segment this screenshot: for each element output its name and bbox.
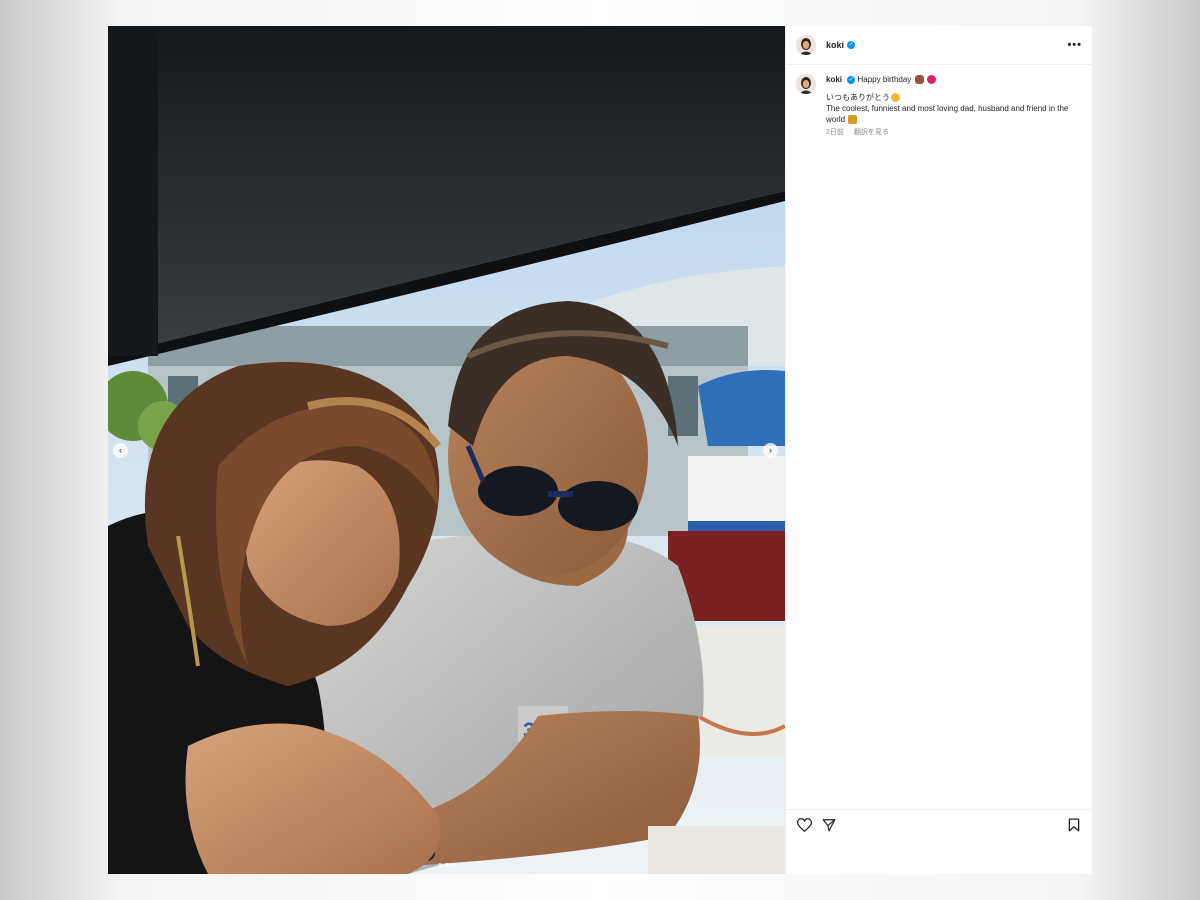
post-time: 2日前 [826,129,844,136]
bear-emoji-icon [914,75,924,85]
avatar[interactable] [796,35,816,55]
caption: koki ✓ Happy birthday いつもありがとう The coole… [786,65,1092,138]
caption-title-text: Happy birthday [857,75,912,84]
post-sidebar: koki ✓ ••• koki ✓ Happy birthday いつもありがと… [785,26,1092,874]
send-icon [822,818,836,831]
bookmark-icon [1068,818,1080,831]
verified-badge-icon: ✓ [847,41,856,49]
post-header: koki ✓ ••• [786,26,1092,65]
caption-username-link[interactable]: koki [826,75,842,84]
save-button[interactable] [1066,817,1082,833]
smile-emoji-icon [891,93,900,103]
post-actions [786,809,1092,839]
caption-body: koki ✓ Happy birthday いつもありがとう The coole… [826,74,1081,138]
carousel-dot [451,863,456,867]
share-button[interactable] [821,817,837,833]
carousel-dot [437,863,442,867]
verified-badge-icon: ✓ [847,75,856,84]
more-options-icon[interactable]: ••• [1067,39,1082,51]
avatar-image [796,74,816,94]
caption-meta: 2日前 翻訳を見る [826,127,1081,138]
carousel-dots [108,863,785,867]
heart-emoji-icon [926,75,936,85]
caption-line-english: The coolest, funniest and most loving da… [826,104,1069,125]
see-translation-link[interactable]: 翻訳を見る [854,129,889,136]
like-button[interactable] [796,817,812,833]
heart-icon [796,817,812,832]
caption-avatar[interactable] [796,74,816,94]
sparkle-emoji-icon [848,115,858,125]
instagram-post: 36 [108,26,1092,874]
carousel-next-button[interactable]: › [763,443,778,458]
photo-image: 36 [108,26,785,874]
avatar-image [796,35,816,55]
carousel-dot-active [444,863,449,867]
username-link[interactable]: koki [826,40,844,50]
carousel-prev-button[interactable]: ‹ [113,443,128,458]
caption-line-japanese: いつもありがとう [826,92,1081,103]
post-photo[interactable]: 36 [108,26,785,874]
